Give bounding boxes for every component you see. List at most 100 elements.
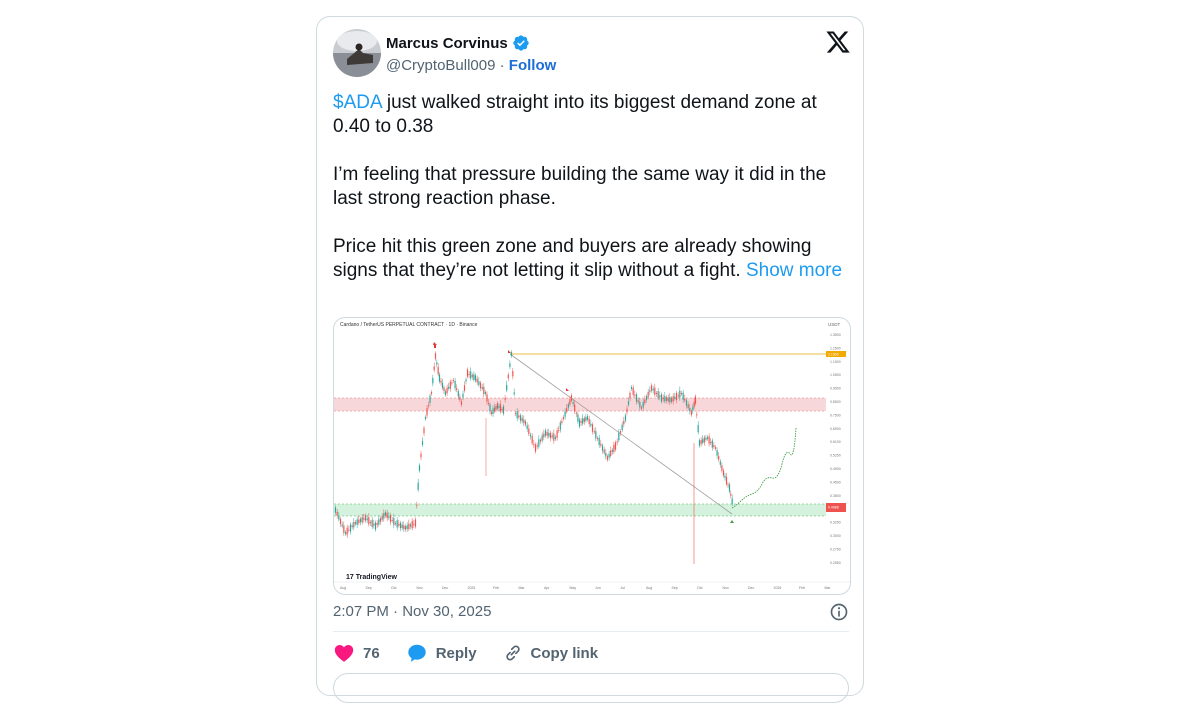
candle-body (417, 482, 419, 490)
candle-body (713, 445, 715, 447)
reply-label: Reply (435, 644, 477, 662)
reply-button[interactable]: Reply (406, 642, 477, 664)
candle-body (570, 395, 573, 401)
candle-body (613, 444, 615, 452)
y-axis-tick: 0.2550 (830, 561, 841, 565)
candle-body (523, 419, 525, 424)
candle-body (647, 391, 649, 398)
candle-body (460, 401, 463, 405)
resistance-price-label: 1.1500 (828, 353, 839, 357)
x-axis-tick: Mar (519, 586, 526, 590)
candle-body (534, 444, 537, 452)
candle-body (361, 516, 363, 523)
candle-body (356, 519, 358, 525)
candle-body (444, 391, 447, 395)
candle-body (465, 379, 467, 382)
author-handle-row: @CryptoBull009 · Follow (386, 57, 556, 74)
y-axis-tick: 0.6100 (830, 440, 841, 444)
tradingview-watermark: 17 TradingView (346, 574, 397, 581)
tweet-timestamp[interactable]: 2:07 PM · Nov 30, 2025 (333, 603, 491, 620)
candle-body (391, 520, 393, 521)
candle-body (580, 421, 582, 423)
candle-body (519, 415, 522, 421)
copy-link-button[interactable]: Copy link (503, 643, 598, 663)
candle-body (404, 526, 407, 530)
candle-body (677, 395, 679, 397)
candle-body (416, 504, 418, 506)
candle-body (507, 374, 509, 379)
y-axis-tick: 0.7500 (830, 413, 841, 417)
show-more-link[interactable]: Show more (746, 260, 842, 281)
candle-body (468, 374, 470, 375)
candle-body (374, 522, 377, 530)
avatar[interactable] (333, 29, 381, 77)
candle-body (719, 461, 721, 465)
candle-body (654, 387, 656, 395)
candle-body (498, 406, 500, 408)
candle-body (632, 387, 634, 395)
candle-body (608, 453, 610, 458)
x-axis-tick: May (570, 586, 577, 590)
candle-body (705, 438, 707, 440)
candle-body (423, 427, 425, 434)
author-handle[interactable]: @CryptoBull009 (386, 57, 495, 74)
follow-button[interactable]: Follow (509, 57, 557, 74)
candle-body (679, 390, 681, 398)
candle-body (339, 518, 342, 525)
chart-currency: USDT (828, 322, 841, 327)
tv-watermark-text: TradingView (356, 574, 398, 581)
y-axis-tick: 1.3500 (830, 333, 841, 337)
candle-body (586, 416, 589, 420)
candle-body (396, 520, 398, 528)
candle-body (466, 369, 469, 377)
candle-body (543, 433, 545, 438)
x-axis-tick: Aug (340, 586, 346, 590)
candle-body (359, 518, 362, 523)
candle-body (639, 401, 641, 408)
candle-body (386, 512, 388, 519)
candle-body (454, 381, 456, 389)
cashtag-link[interactable]: $ADA (333, 92, 382, 113)
candle-body (556, 430, 558, 438)
candle-body (730, 493, 732, 496)
x-logo-icon[interactable] (825, 29, 851, 55)
candle-body (394, 523, 397, 524)
author-name-text[interactable]: Marcus Corvinus (386, 35, 508, 52)
candle-body (363, 517, 365, 520)
y-axis-tick: 0.3800 (830, 494, 841, 498)
candle-body (559, 422, 561, 430)
x-axis-tick: Feb (799, 586, 805, 590)
y-axis-tick: 1.0500 (830, 373, 841, 377)
candle-body (398, 523, 400, 526)
candle-body (614, 442, 617, 450)
tweet-paragraph-3: Price hit this green zone and buyers are… (333, 235, 853, 283)
candle-body (492, 408, 494, 414)
candle-body (430, 392, 433, 394)
info-icon[interactable] (829, 602, 849, 622)
candle-body (502, 406, 505, 414)
y-axis-tick: 0.9500 (830, 387, 841, 391)
candle-body (478, 381, 480, 385)
heart-icon (334, 645, 354, 662)
candle-body (637, 400, 639, 403)
candle-body (501, 409, 503, 410)
x-axis-tick: 2026 (774, 586, 782, 590)
candle-body (348, 529, 350, 531)
x-axis-tick: Sep (672, 586, 678, 590)
chart-image[interactable]: Cardano / TetherUS PERPETUAL CONTRACT · … (333, 317, 851, 595)
candles-group (334, 342, 826, 564)
candle-body (590, 423, 592, 426)
y-axis-tick: 0.5250 (830, 454, 841, 458)
candle-body (727, 484, 729, 486)
like-button[interactable]: 76 (333, 642, 380, 664)
candle-body (645, 396, 648, 400)
candle-body (496, 403, 499, 409)
y-axis-tick: 1.2500 (830, 346, 841, 350)
author-name[interactable]: Marcus Corvinus (386, 34, 530, 52)
candle-body (409, 524, 412, 527)
read-replies-button[interactable] (333, 673, 849, 703)
candle-body (378, 519, 380, 525)
candle-body (606, 456, 609, 460)
y-axis-tick: 0.4500 (830, 480, 841, 484)
y-axis-tick: 0.6900 (830, 427, 841, 431)
